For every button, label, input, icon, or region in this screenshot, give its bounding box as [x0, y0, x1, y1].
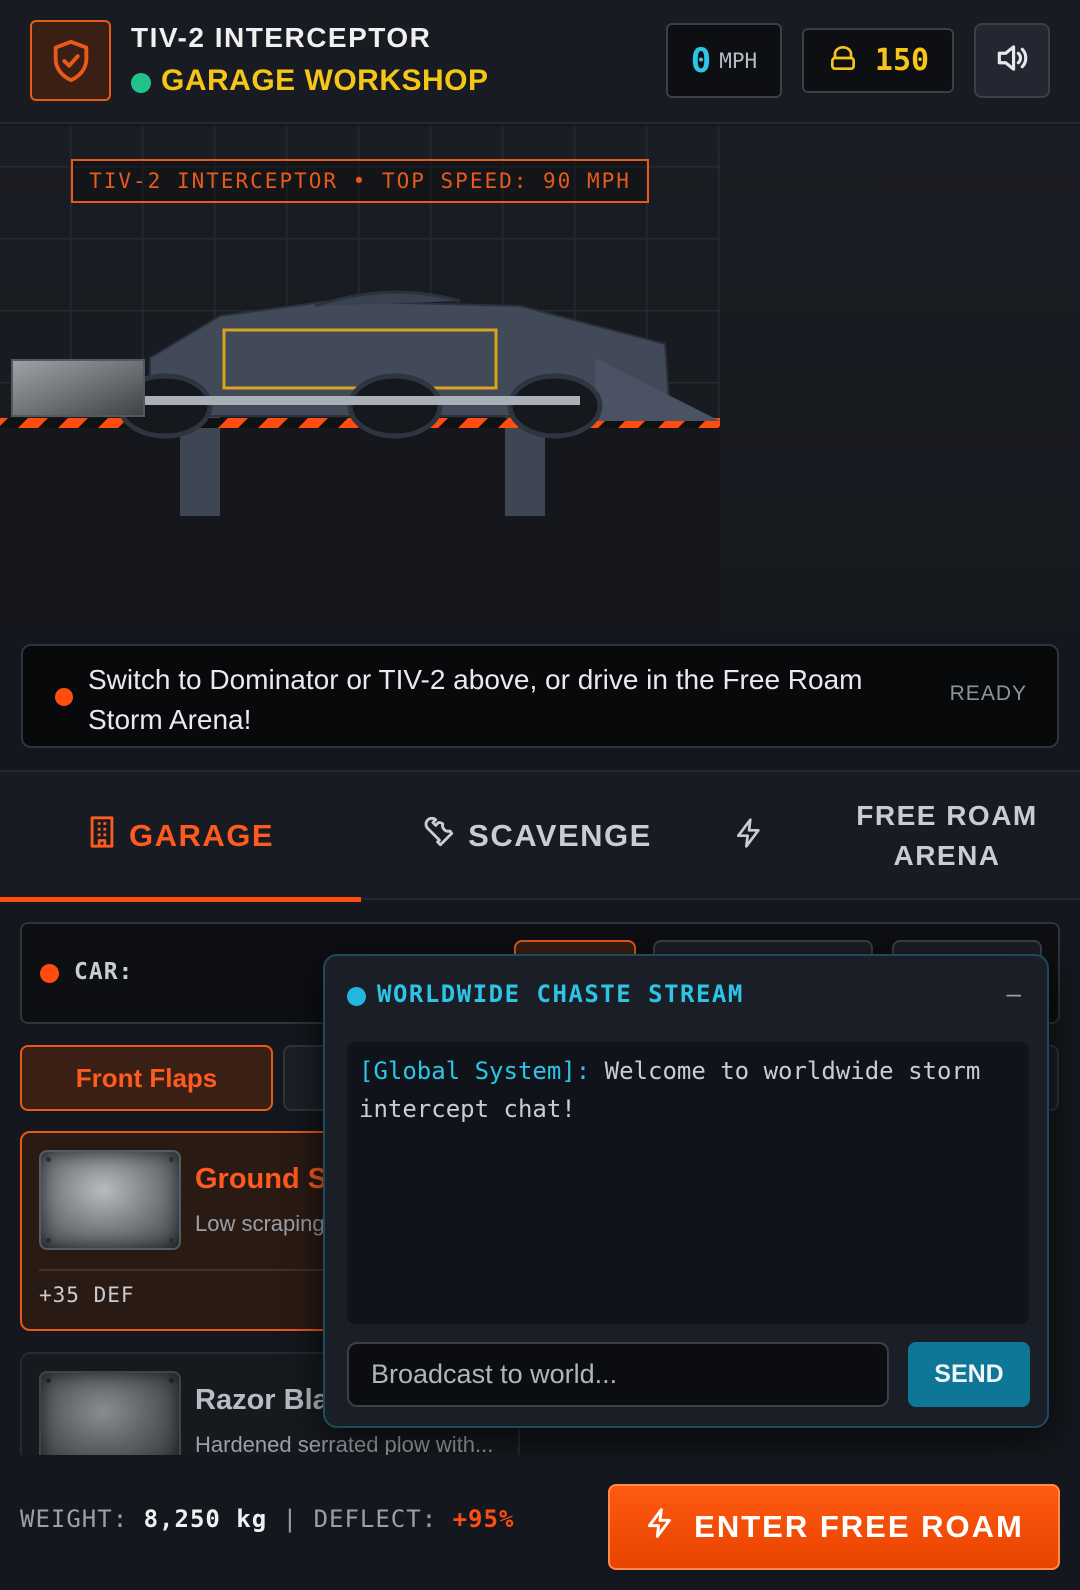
tab-scavenge-label: SCAVENGE: [468, 818, 652, 853]
tab-garage-label: GARAGE: [128, 818, 275, 853]
weight-label: WEIGHT:: [20, 1505, 129, 1533]
chat-input[interactable]: [347, 1342, 889, 1407]
part-tab-front-flaps[interactable]: Front Flaps: [20, 1045, 273, 1111]
chat-minimize-button[interactable]: –: [1007, 978, 1021, 1009]
coin-stack-icon: [827, 42, 859, 79]
coin-count: 150: [874, 43, 930, 78]
tab-scavenge[interactable]: SCAVENGE: [412, 772, 662, 900]
app-header: TIV-2 INTERCEPTOR GARAGE WORKSHOP 0 MPH …: [0, 0, 1080, 124]
shield-icon: [30, 20, 111, 101]
lightning-icon: [644, 1506, 676, 1548]
car-specs-label: TIV-2 INTERCEPTOR • TOP SPEED: 90 MPH: [71, 159, 649, 203]
car-selector-dot: [40, 964, 59, 983]
active-tab-indicator: [0, 897, 361, 902]
wrench-icon: [422, 815, 456, 857]
chat-log: [Global System]: Welcome to worldwide st…: [347, 1042, 1029, 1324]
speedometer: 0 MPH: [666, 23, 782, 98]
notice-message: Switch to Dominator or TIV-2 above, or d…: [88, 664, 863, 735]
world-chat-panel: WORLDWIDE CHASTE STREAM – [Global System…: [323, 954, 1049, 1428]
chat-sender: [Global System]:: [359, 1057, 591, 1085]
car-stats: WEIGHT: 8,250 kg | DEFLECT: +95%: [20, 1505, 514, 1533]
stats-separator: |: [282, 1505, 299, 1533]
tab-free-roam-label: FREE ROAM ARENA: [856, 800, 1038, 871]
online-status-dot: [131, 73, 151, 93]
chat-title: WORLDWIDE CHASTE STREAM: [377, 980, 744, 1008]
speed-value: 0: [690, 40, 712, 81]
coin-balance: 150: [802, 28, 954, 93]
status-notice: Switch to Dominator or TIV-2 above, or d…: [21, 644, 1059, 748]
chat-live-dot: [347, 987, 366, 1006]
part-metal-thumbnail: [39, 1150, 181, 1250]
app-subtitle: GARAGE WORKSHOP: [161, 64, 489, 97]
building-icon: [87, 815, 117, 857]
tab-garage[interactable]: GARAGE: [0, 772, 361, 902]
bottom-bar: WEIGHT: 8,250 kg | DEFLECT: +95% ENTER F…: [0, 1455, 1080, 1590]
notice-indicator-dot: [55, 688, 73, 706]
car-selector-label: CAR:: [74, 959, 134, 985]
main-tabs: GARAGE SCAVENGE FREE ROAM ARENA: [0, 770, 1080, 902]
weight-value: 8,250 kg: [143, 1505, 268, 1533]
deflect-value: +95%: [452, 1505, 515, 1533]
part-title: Ground Sc: [195, 1163, 344, 1195]
enter-free-roam-label: ENTER FREE ROAM: [694, 1509, 1024, 1544]
tab-free-roam-arena[interactable]: FREE ROAM ARENA: [710, 772, 1080, 900]
speed-unit: MPH: [719, 48, 758, 73]
part-stat: +35 DEF: [39, 1283, 135, 1307]
app-title: TIV-2 INTERCEPTOR: [131, 22, 432, 53]
part-title: Razor Bla: [195, 1384, 329, 1416]
notice-status: READY: [949, 682, 1027, 705]
sound-toggle-button[interactable]: [974, 23, 1050, 98]
speaker-icon: [993, 39, 1031, 82]
lightning-icon: [733, 816, 765, 857]
enter-free-roam-button[interactable]: ENTER FREE ROAM: [608, 1484, 1060, 1570]
chat-send-button[interactable]: SEND: [908, 1342, 1030, 1407]
garage-scene: TIV-2 INTERCEPTOR • TOP SPEED: 90 MPH: [0, 126, 1080, 626]
deflect-label: DEFLECT:: [313, 1505, 438, 1533]
